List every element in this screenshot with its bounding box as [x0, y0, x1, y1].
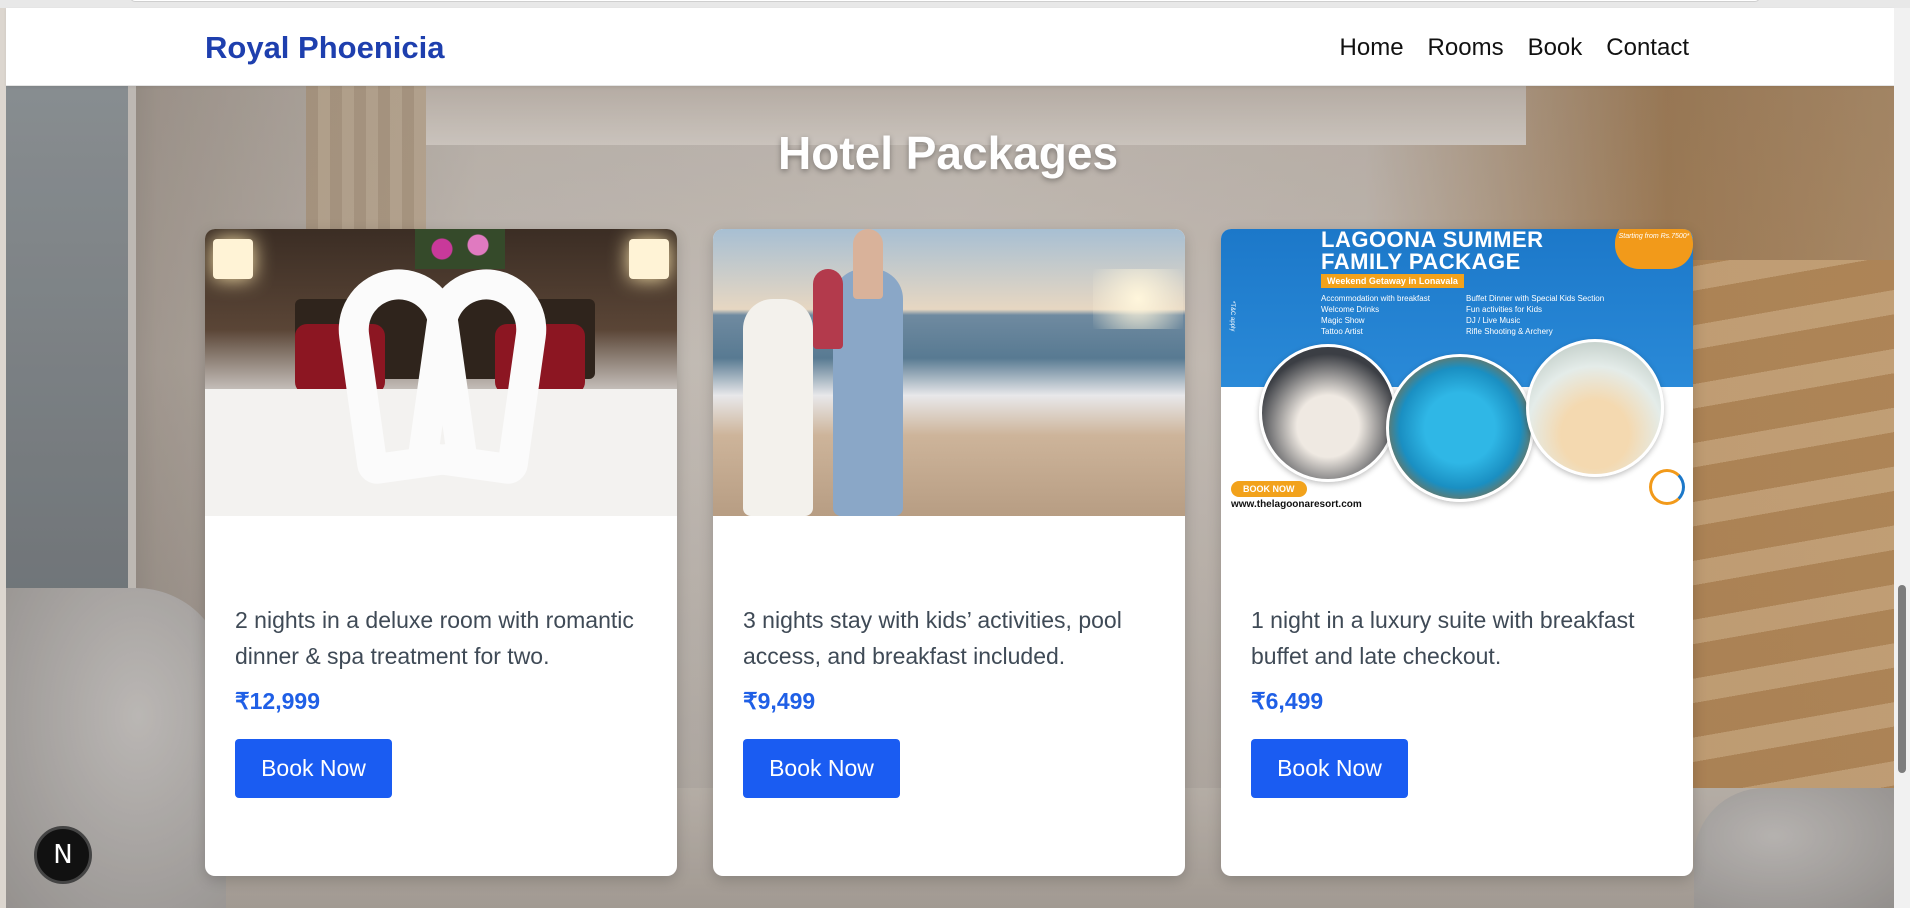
package-description: 2 nights in a deluxe room with romantic …	[235, 607, 634, 669]
book-now-button[interactable]: Book Now	[235, 739, 392, 798]
promo-price-badge: Starting from Rs.7500*	[1615, 229, 1693, 269]
promo-url: www.thelagoonaresort.com	[1231, 499, 1362, 510]
family-beach-image	[713, 229, 1185, 516]
promo-list-left: Accommodation with breakfast Welcome Dri…	[1321, 294, 1430, 336]
promo-side-note: *T&C apply	[1229, 301, 1235, 332]
promo-buffet-photo	[1526, 339, 1664, 477]
package-card: 3 nights stay with kids’ activities, poo…	[713, 229, 1185, 876]
lagoona-logo-icon	[1649, 469, 1685, 505]
browser-top-strip	[0, 0, 1910, 8]
package-card: LAGOONA SUMMER FAMILY PACKAGE Weekend Ge…	[1221, 229, 1693, 876]
nav-rooms[interactable]: Rooms	[1428, 34, 1504, 62]
nav-links: Home Rooms Book Contact	[1340, 34, 1689, 62]
package-description: 3 nights stay with kids’ activities, poo…	[743, 607, 1122, 669]
package-price: ₹9,499	[743, 688, 816, 714]
nav-contact[interactable]: Contact	[1606, 34, 1689, 62]
promo-title: LAGOONA SUMMER FAMILY PACKAGE	[1321, 229, 1544, 274]
package-description: 1 night in a luxury suite with breakfast…	[1251, 607, 1635, 669]
package-card: 2 nights in a deluxe room with romantic …	[205, 229, 677, 876]
page-scrollbar[interactable]	[1894, 8, 1910, 908]
book-now-button[interactable]: Book Now	[743, 739, 900, 798]
promo-room-photo	[1259, 344, 1397, 482]
book-now-button[interactable]: Book Now	[1251, 739, 1408, 798]
nextjs-dev-badge-icon[interactable]: N	[34, 826, 92, 884]
package-price: ₹6,499	[1251, 688, 1324, 714]
nav-home[interactable]: Home	[1340, 34, 1404, 62]
section-title: Hotel Packages	[777, 127, 1119, 179]
bedroom-towel-swans-image	[205, 229, 677, 516]
promo-pool-photo	[1386, 354, 1534, 502]
promo-book-now: BOOK NOW	[1231, 481, 1307, 497]
brand-logo[interactable]: Royal Phoenicia	[205, 30, 444, 66]
navbar: Royal Phoenicia Home Rooms Book Contact	[6, 8, 1894, 86]
nav-book[interactable]: Book	[1528, 34, 1583, 62]
scrollbar-thumb[interactable]	[1898, 585, 1906, 773]
lagoona-promo-image: LAGOONA SUMMER FAMILY PACKAGE Weekend Ge…	[1221, 229, 1693, 516]
promo-tag: Weekend Getaway in Lonavala	[1321, 274, 1464, 288]
promo-list-right: Buffet Dinner with Special Kids Section …	[1466, 294, 1605, 336]
package-price: ₹12,999	[235, 688, 320, 714]
